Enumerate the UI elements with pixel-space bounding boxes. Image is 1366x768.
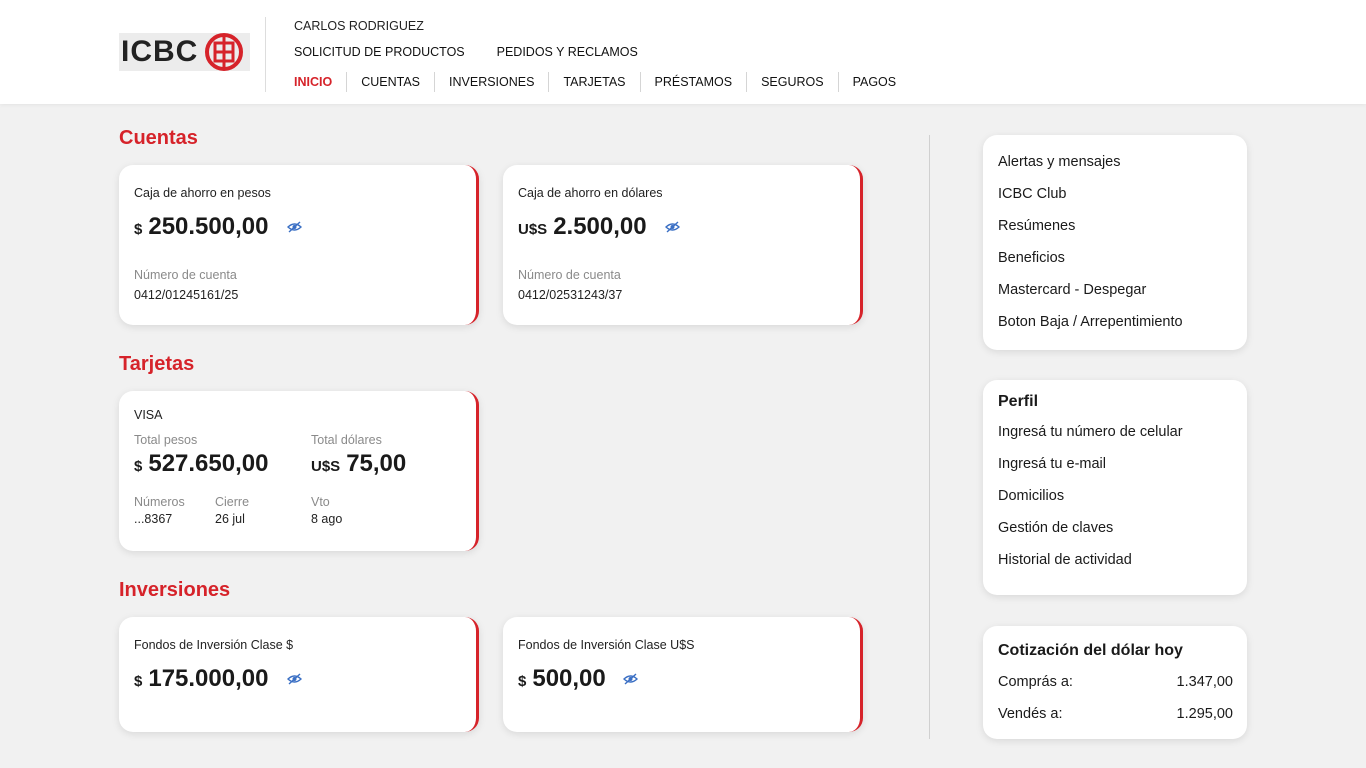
cotizacion-panel: Cotización del dólar hoy Comprás a: 1.34… bbox=[983, 626, 1247, 739]
currency-symbol: $ bbox=[134, 458, 143, 475]
perfil-item-historial[interactable]: Historial de actividad bbox=[998, 552, 1132, 568]
investment-card-dolares[interactable]: Fondos de Inversión Clase U$S $ 500,00 bbox=[503, 617, 863, 732]
buy-rate-value: 1.347,00 bbox=[1176, 674, 1233, 690]
total-dolares-value: 75,00 bbox=[346, 450, 407, 477]
numeros-label: Números bbox=[134, 495, 185, 509]
balance-value: 250.500,00 bbox=[148, 213, 269, 240]
total-dolares-label: Total dólares bbox=[311, 433, 382, 447]
total-pesos-label: Total pesos bbox=[134, 433, 198, 447]
cierre-date: 26 jul bbox=[215, 512, 245, 526]
currency-symbol: U$S bbox=[311, 458, 341, 475]
cierre-label: Cierre bbox=[215, 495, 250, 509]
fund-label: Fondos de Inversión Clase U$S bbox=[518, 638, 695, 652]
perfil-item-claves[interactable]: Gestión de claves bbox=[998, 520, 1113, 536]
account-number-label: Número de cuenta bbox=[134, 268, 237, 282]
fund-label: Fondos de Inversión Clase $ bbox=[134, 638, 294, 652]
content-divider bbox=[929, 135, 930, 739]
credit-card-visa[interactable]: VISA Total pesos $ 527.650,00 Total dóla… bbox=[119, 391, 479, 551]
section-title-tarjetas: Tarjetas bbox=[119, 353, 195, 375]
logo-box: ICBC bbox=[119, 33, 251, 71]
total-dolares: U$S 75,00 bbox=[311, 450, 406, 478]
logo-text: ICBC bbox=[121, 35, 199, 68]
perfil-title: Perfil bbox=[998, 393, 1039, 410]
investment-card-pesos[interactable]: Fondos de Inversión Clase $ $ 175.000,00 bbox=[119, 617, 479, 732]
fund-balance: $ 500,00 bbox=[518, 665, 606, 693]
link-boton-baja[interactable]: Boton Baja / Arrepentimiento bbox=[998, 314, 1183, 330]
nav-item-seguros[interactable]: SEGUROS bbox=[746, 72, 838, 92]
sell-rate-value: 1.295,00 bbox=[1176, 706, 1233, 722]
quick-links-panel: Alertas y mensajes ICBC Club Resúmenes B… bbox=[983, 135, 1247, 350]
account-balance: $ 250.500,00 bbox=[134, 213, 268, 241]
top-link-pedidos[interactable]: PEDIDOS Y RECLAMOS bbox=[497, 45, 638, 59]
icbc-logo[interactable]: ICBC bbox=[119, 32, 251, 72]
account-label: Caja de ahorro en pesos bbox=[134, 186, 271, 200]
top-links: SOLICITUD DE PRODUCTOS PEDIDOS Y RECLAMO… bbox=[294, 45, 670, 59]
nav-item-inicio[interactable]: INICIO bbox=[294, 72, 346, 92]
header: ICBC CARLOS RODRIGUEZ SOLICITUD DE PRODU… bbox=[0, 0, 1366, 104]
icbc-emblem-icon bbox=[205, 33, 244, 71]
nav-item-pagos[interactable]: PAGOS bbox=[837, 72, 911, 92]
currency-symbol: U$S bbox=[518, 221, 548, 238]
account-number: 0412/02531243/37 bbox=[518, 288, 623, 302]
hide-balance-eye-icon[interactable] bbox=[287, 673, 302, 685]
link-icbc-club[interactable]: ICBC Club bbox=[998, 186, 1067, 202]
card-brand: VISA bbox=[134, 408, 163, 422]
currency-symbol: $ bbox=[518, 673, 527, 690]
hide-balance-eye-icon[interactable] bbox=[287, 221, 302, 233]
perfil-item-celular[interactable]: Ingresá tu número de celular bbox=[998, 424, 1183, 440]
nav-item-cuentas[interactable]: CUENTAS bbox=[346, 72, 434, 92]
vto-date: 8 ago bbox=[311, 512, 343, 526]
total-pesos: $ 527.650,00 bbox=[134, 450, 268, 478]
link-beneficios[interactable]: Beneficios bbox=[998, 250, 1065, 266]
hide-balance-eye-icon[interactable] bbox=[665, 221, 680, 233]
section-title-cuentas: Cuentas bbox=[119, 127, 198, 149]
perfil-item-domicilios[interactable]: Domicilios bbox=[998, 488, 1064, 504]
link-resumenes[interactable]: Resúmenes bbox=[998, 218, 1075, 234]
main-nav: INICIO CUENTAS INVERSIONES TARJETAS PRÉS… bbox=[294, 72, 910, 92]
header-divider bbox=[265, 17, 266, 92]
account-number: 0412/01245161/25 bbox=[134, 288, 239, 302]
link-mastercard-despegar[interactable]: Mastercard - Despegar bbox=[998, 282, 1146, 298]
account-balance: U$S 2.500,00 bbox=[518, 213, 647, 241]
sell-rate-label: Vendés a: bbox=[998, 706, 1063, 722]
nav-item-prestamos[interactable]: PRÉSTAMOS bbox=[639, 72, 747, 92]
perfil-panel: Perfil Ingresá tu número de celular Ingr… bbox=[983, 380, 1247, 595]
hide-balance-eye-icon[interactable] bbox=[623, 673, 638, 685]
buy-rate-label: Comprás a: bbox=[998, 674, 1073, 690]
nav-item-tarjetas[interactable]: TARJETAS bbox=[548, 72, 639, 92]
currency-symbol: $ bbox=[134, 673, 143, 690]
account-card-pesos[interactable]: Caja de ahorro en pesos $ 250.500,00 Núm… bbox=[119, 165, 479, 325]
fund-value: 500,00 bbox=[532, 665, 606, 692]
nav-item-inversiones[interactable]: INVERSIONES bbox=[434, 72, 548, 92]
total-pesos-value: 527.650,00 bbox=[148, 450, 269, 477]
link-alertas[interactable]: Alertas y mensajes bbox=[998, 154, 1121, 170]
currency-symbol: $ bbox=[134, 221, 143, 238]
account-card-dolares[interactable]: Caja de ahorro en dólares U$S 2.500,00 N… bbox=[503, 165, 863, 325]
cotizacion-title: Cotización del dólar hoy bbox=[998, 642, 1183, 659]
fund-value: 175.000,00 bbox=[148, 665, 269, 692]
top-link-solicitud[interactable]: SOLICITUD DE PRODUCTOS bbox=[294, 45, 465, 59]
balance-value: 2.500,00 bbox=[553, 213, 647, 240]
fund-balance: $ 175.000,00 bbox=[134, 665, 268, 693]
account-label: Caja de ahorro en dólares bbox=[518, 186, 663, 200]
card-number: ...8367 bbox=[134, 512, 173, 526]
section-title-inversiones: Inversiones bbox=[119, 579, 231, 601]
vto-label: Vto bbox=[311, 495, 330, 509]
account-number-label: Número de cuenta bbox=[518, 268, 621, 282]
perfil-item-email[interactable]: Ingresá tu e-mail bbox=[998, 456, 1106, 472]
user-name: CARLOS RODRIGUEZ bbox=[294, 19, 424, 33]
